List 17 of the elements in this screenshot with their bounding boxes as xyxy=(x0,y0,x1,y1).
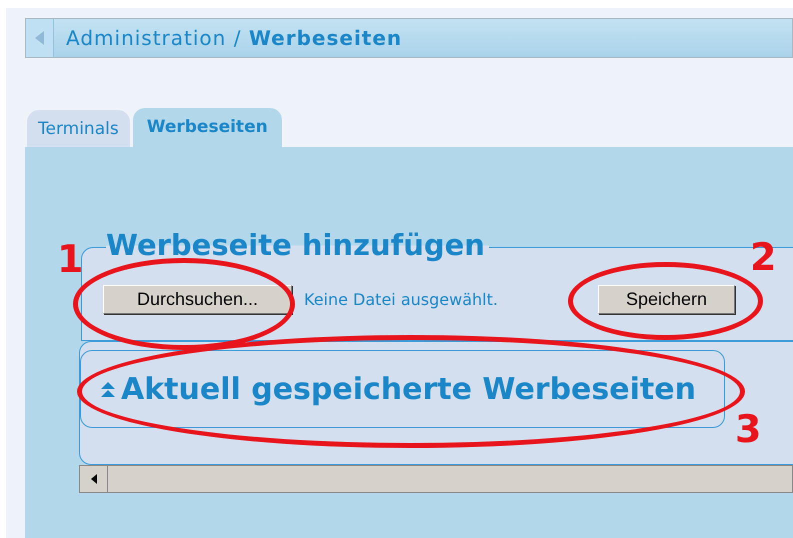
horizontal-scrollbar[interactable] xyxy=(79,465,793,493)
section-header[interactable]: Aktuell gespeicherte Werbeseiten xyxy=(80,350,725,428)
back-button[interactable] xyxy=(26,19,54,57)
callout-number: 1 xyxy=(57,240,84,278)
callout-number: 3 xyxy=(735,410,762,448)
save-button[interactable]: Speichern xyxy=(598,285,735,314)
collapse-icon xyxy=(101,382,115,396)
tab[interactable]: Terminals xyxy=(27,110,130,147)
browse-button[interactable]: Durchsuchen... xyxy=(103,285,292,314)
callout-number: 2 xyxy=(750,238,776,276)
file-status-text: Keine Datei ausgewählt. xyxy=(304,288,499,311)
left-arrow-icon xyxy=(90,474,96,484)
tab[interactable]: Werbeseiten xyxy=(132,108,282,147)
left-arrow-icon xyxy=(34,31,44,45)
section-title: Werbeseite hinzufügen xyxy=(106,231,489,260)
section-title: Aktuell gespeicherte Werbeseiten xyxy=(121,370,696,408)
breadcrumb: Administration / Werbeseiten xyxy=(66,25,402,52)
